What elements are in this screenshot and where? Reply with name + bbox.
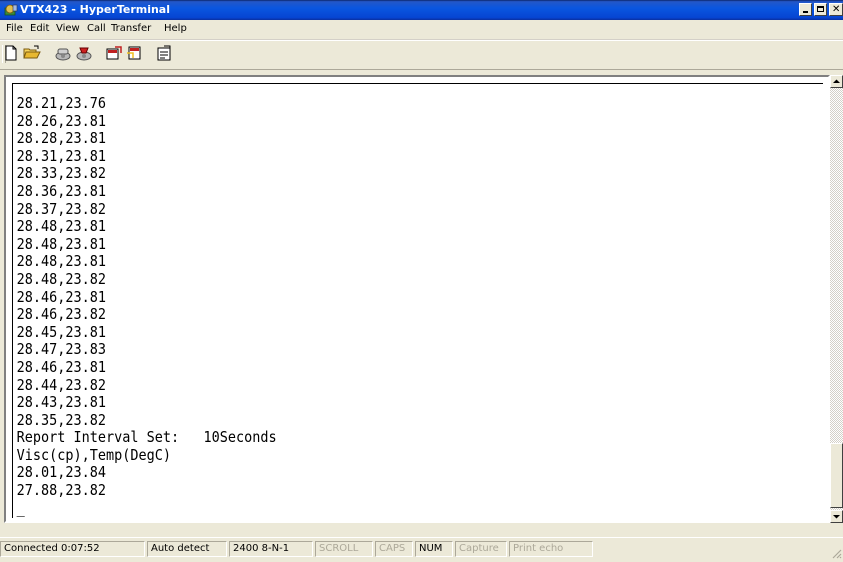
status-bar: Connected 0:07:52 Auto detect 2400 8-N-1… <box>0 537 843 560</box>
status-port-settings: 2400 8-N-1 <box>229 541 313 557</box>
close-button[interactable]: ✕ <box>829 3 843 16</box>
status-capture: Capture <box>455 541 507 557</box>
status-detect: Auto detect <box>147 541 227 557</box>
disconnect-icon[interactable] <box>75 45 95 63</box>
maximize-icon <box>817 6 824 12</box>
terminal-line: 28.48,23.81 <box>16 234 107 253</box>
menu-call[interactable]: Call <box>87 23 106 34</box>
resize-grip-icon[interactable] <box>830 547 842 559</box>
status-print-echo: Print echo <box>509 541 593 557</box>
close-icon: ✕ <box>832 4 841 15</box>
status-num: NUM <box>415 541 453 557</box>
menu-bar: File Edit View Call Transfer Help <box>0 20 843 40</box>
status-scroll: SCROLL <box>315 541 373 557</box>
menu-transfer[interactable]: Transfer <box>111 23 151 34</box>
minimize-button[interactable] <box>799 3 812 16</box>
terminal-line: 28.46,23.81 <box>16 357 107 376</box>
terminal-line: 28.46,23.81 <box>16 287 107 306</box>
phone-icon[interactable] <box>54 45 74 63</box>
terminal-line: 28.26,23.81 <box>16 111 107 130</box>
receive-file-icon[interactable] <box>125 45 145 63</box>
terminal-frame: 28.21,23.76 28.26,23.81 28.28,23.81 28.31,2… <box>4 75 830 523</box>
terminal-line: 28.33,23.82 <box>16 164 107 183</box>
status-connection-time: Connected 0:07:52 <box>0 541 145 557</box>
terminal-line: 28.21,23.76 <box>16 94 107 112</box>
terminal-line: 28.45,23.81 <box>16 322 107 341</box>
window-controls: ✕ <box>797 3 843 18</box>
terminal-line: 28.44,23.82 <box>16 375 107 394</box>
toolbar <box>0 40 843 70</box>
window-title: VTX423 - HyperTerminal <box>20 3 171 16</box>
terminal-display[interactable]: 28.21,23.76 28.26,23.81 28.28,23.81 28.31,2… <box>12 83 823 518</box>
terminal-line: 27.88,23.82 <box>16 481 107 500</box>
status-caps: CAPS <box>375 541 413 557</box>
new-document-icon[interactable] <box>2 45 22 63</box>
minimize-icon <box>803 11 808 13</box>
terminal-line: 28.43,23.81 <box>16 393 107 412</box>
terminal-line: 28.48,23.81 <box>16 217 107 236</box>
terminal-line: 28.36,23.81 <box>16 181 107 200</box>
terminal-line: 28.01,23.84 <box>16 463 107 482</box>
send-file-icon[interactable] <box>105 45 125 63</box>
properties-icon[interactable] <box>155 45 175 63</box>
hyperterminal-app-icon[interactable] <box>4 3 18 17</box>
arrow-down-icon <box>833 515 840 519</box>
terminal-line: 28.48,23.82 <box>16 269 107 288</box>
menu-view[interactable]: View <box>56 23 80 34</box>
maximize-button[interactable] <box>814 3 827 16</box>
menu-help[interactable]: Help <box>164 23 187 34</box>
open-folder-icon[interactable] <box>23 45 43 63</box>
title-bar[interactable]: VTX423 - HyperTerminal ✕ <box>0 0 843 20</box>
terminal-line: 28.48,23.81 <box>16 252 107 271</box>
scroll-up-button[interactable] <box>830 75 843 88</box>
scroll-thumb[interactable] <box>830 443 843 508</box>
terminal-line: 28.47,23.83 <box>16 340 107 359</box>
menu-edit[interactable]: Edit <box>30 23 49 34</box>
terminal-line: 28.35,23.82 <box>16 410 107 429</box>
terminal-line: 28.31,23.81 <box>16 146 107 165</box>
terminal-line: 28.28,23.81 <box>16 129 107 148</box>
vertical-scrollbar[interactable] <box>830 75 843 523</box>
terminal-line: Report Interval Set: 10Seconds <box>16 428 277 447</box>
menu-file[interactable]: File <box>6 23 23 34</box>
terminal-line: 28.46,23.82 <box>16 305 107 324</box>
arrow-up-icon <box>833 79 840 83</box>
terminal-output: 28.21,23.76 28.26,23.81 28.28,23.81 28.31,2… <box>13 94 277 517</box>
terminal-cursor: _ <box>16 498 25 517</box>
terminal-line: 28.37,23.82 <box>16 199 107 218</box>
terminal-line: Visc(cp),Temp(DegC) <box>16 445 172 464</box>
scroll-down-button[interactable] <box>830 510 843 523</box>
